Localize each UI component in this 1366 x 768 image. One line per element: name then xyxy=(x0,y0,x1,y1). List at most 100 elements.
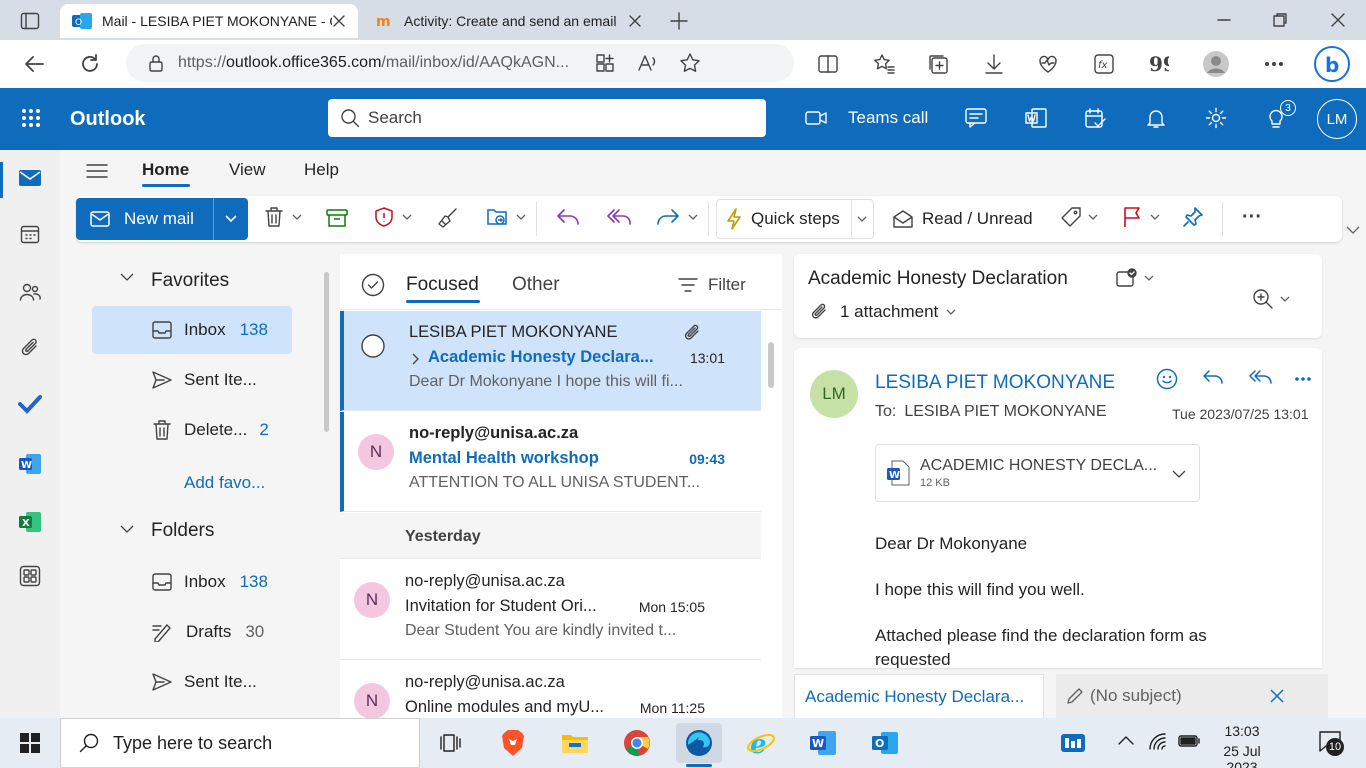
forward-button[interactable] xyxy=(656,208,698,226)
tab-view[interactable]: View xyxy=(229,160,266,180)
tab-other[interactable]: Other xyxy=(512,274,560,296)
tab-close-icon[interactable] xyxy=(332,14,346,28)
bing-copilot-icon[interactable]: b xyxy=(1312,44,1352,84)
new-mail-button[interactable]: New mail xyxy=(76,198,248,240)
reply-all-icon[interactable] xyxy=(606,208,632,226)
draft-item-tab[interactable]: (No subject) xyxy=(1056,674,1328,718)
read-unread-button[interactable]: Read / Unread xyxy=(892,206,1033,232)
favorites-heading[interactable]: Favorites xyxy=(151,270,229,292)
folders-heading[interactable]: Folders xyxy=(151,520,214,542)
tab-help[interactable]: Help xyxy=(304,160,339,180)
windows-start-icon[interactable] xyxy=(0,718,60,768)
recipient-name[interactable]: LESIBA PIET MOKONYANE xyxy=(904,403,1106,421)
my-day-icon[interactable] xyxy=(1078,100,1114,136)
zoom-button[interactable] xyxy=(1252,288,1290,310)
new-mail-dropdown-icon[interactable] xyxy=(224,214,238,224)
attachment-summary-button[interactable]: 1 attachment xyxy=(810,302,956,322)
categorize-button[interactable] xyxy=(1060,206,1098,228)
message-item[interactable]: N no-reply@unisa.ac.za Mental Health wor… xyxy=(340,412,761,512)
select-all-checkbox-icon[interactable] xyxy=(361,273,385,297)
downloads-icon[interactable] xyxy=(974,44,1014,84)
close-window-icon[interactable] xyxy=(1310,0,1366,40)
minimize-icon[interactable] xyxy=(1196,0,1252,40)
tab-actions-icon[interactable] xyxy=(12,8,48,34)
app-launcher-icon[interactable] xyxy=(14,101,48,135)
reply-icon[interactable] xyxy=(1202,369,1224,387)
browser-tab-activity[interactable]: m Activity: Create and send an email xyxy=(364,4,654,38)
filter-button[interactable]: Filter xyxy=(678,275,746,295)
citations-icon[interactable]: 99 xyxy=(1138,44,1178,84)
report-button[interactable] xyxy=(374,206,412,228)
attachment-card[interactable]: W ACADEMIC HONESTY DECLA... 12 KB xyxy=(875,444,1200,502)
collections-icon[interactable] xyxy=(918,44,958,84)
message-item[interactable]: N no-reply@unisa.ac.za Online modules an… xyxy=(340,661,761,719)
app-title[interactable]: Outlook xyxy=(70,108,146,131)
summary-chevron-icon[interactable] xyxy=(1144,274,1154,282)
word-app-icon[interactable]: W xyxy=(12,446,48,482)
close-draft-icon[interactable] xyxy=(1270,689,1284,703)
message-item[interactable]: LESIBA PIET MOKONYANE Academic Honesty D… xyxy=(340,311,761,411)
favorites-chevron-icon[interactable] xyxy=(120,272,134,282)
brave-browser-icon[interactable] xyxy=(490,723,536,763)
search-input[interactable]: Search xyxy=(328,99,766,137)
back-icon[interactable] xyxy=(14,44,54,84)
chrome-icon[interactable] xyxy=(614,723,660,763)
reaction-smiley-icon[interactable] xyxy=(1156,368,1178,390)
hamburger-menu-icon[interactable] xyxy=(86,160,110,182)
restore-icon[interactable] xyxy=(1252,0,1308,40)
archive-icon[interactable] xyxy=(326,208,348,228)
move-chevron-icon[interactable] xyxy=(516,213,526,221)
report-chevron-icon[interactable] xyxy=(402,213,412,221)
favorite-deleted-items[interactable]: Delete... 2 xyxy=(92,406,292,454)
internet-explorer-icon[interactable]: e xyxy=(738,723,784,763)
edge-browser-icon[interactable] xyxy=(676,723,722,763)
folders-chevron-icon[interactable] xyxy=(120,524,134,534)
attachments-icon[interactable] xyxy=(12,330,48,366)
reading-scrollbar[interactable] xyxy=(1350,352,1356,660)
ribbon-collapse-chevron-icon[interactable] xyxy=(1346,225,1360,235)
wifi-icon[interactable] xyxy=(1148,732,1168,752)
app-available-icon[interactable] xyxy=(595,53,615,73)
profile-icon[interactable] xyxy=(1196,44,1236,84)
read-aloud-icon[interactable] xyxy=(637,53,659,73)
chat-icon[interactable] xyxy=(958,100,994,136)
zoom-chevron-icon[interactable] xyxy=(1280,295,1290,303)
task-view-icon[interactable] xyxy=(428,723,474,763)
folder-drafts[interactable]: Drafts 30 xyxy=(92,608,292,656)
message-item[interactable]: N no-reply@unisa.ac.za Invitation for St… xyxy=(340,560,761,660)
word-taskbar-icon[interactable]: W xyxy=(800,723,846,763)
browser-tab-outlook[interactable]: O Mail - LESIBA PIET MOKONYANE - Outlook xyxy=(60,4,358,38)
tips-lightbulb-icon[interactable]: 3 xyxy=(1258,100,1296,136)
open-item-tab[interactable]: Academic Honesty Declara... xyxy=(794,674,1044,718)
tab-home[interactable]: Home xyxy=(142,160,189,180)
more-apps-icon[interactable] xyxy=(12,558,48,594)
summary-button[interactable] xyxy=(1116,268,1154,288)
select-message-checkbox-icon[interactable] xyxy=(360,333,386,359)
sender-avatar[interactable]: LM xyxy=(810,370,858,418)
more-actions-icon[interactable] xyxy=(1294,376,1312,382)
account-avatar[interactable]: LM xyxy=(1317,99,1357,139)
refresh-icon[interactable] xyxy=(70,44,110,84)
sweep-broom-icon[interactable] xyxy=(436,207,458,229)
folder-inbox[interactable]: Inbox 138 xyxy=(92,558,292,606)
notifications-bell-icon[interactable] xyxy=(1138,100,1174,136)
taskbar-search-input[interactable]: Type here to search xyxy=(60,718,420,768)
forward-chevron-icon[interactable] xyxy=(688,213,698,221)
file-explorer-icon[interactable] xyxy=(552,723,598,763)
flag-button[interactable] xyxy=(1122,206,1160,228)
move-to-button[interactable] xyxy=(486,206,526,228)
categorize-chevron-icon[interactable] xyxy=(1088,213,1098,221)
address-bar[interactable]: https://outlook.office365.com/mail/inbox… xyxy=(126,44,794,82)
tab-focused[interactable]: Focused xyxy=(406,274,479,296)
calendar-icon[interactable] xyxy=(12,216,48,252)
people-icon[interactable] xyxy=(12,274,48,310)
widget-tray-icon[interactable] xyxy=(1050,723,1096,763)
attachment-chevron-icon[interactable] xyxy=(1172,469,1186,479)
show-hidden-icons-chevron-icon[interactable] xyxy=(1118,735,1134,745)
add-favorite-link[interactable]: Add favo... xyxy=(184,473,265,493)
tab-close-icon[interactable] xyxy=(628,14,642,28)
message-list-scrollbar[interactable] xyxy=(768,342,774,388)
favorite-sent-items[interactable]: Sent Ite... xyxy=(92,356,292,404)
notification-center-icon[interactable]: 10 xyxy=(1318,730,1344,756)
split-screen-icon[interactable] xyxy=(808,44,848,84)
